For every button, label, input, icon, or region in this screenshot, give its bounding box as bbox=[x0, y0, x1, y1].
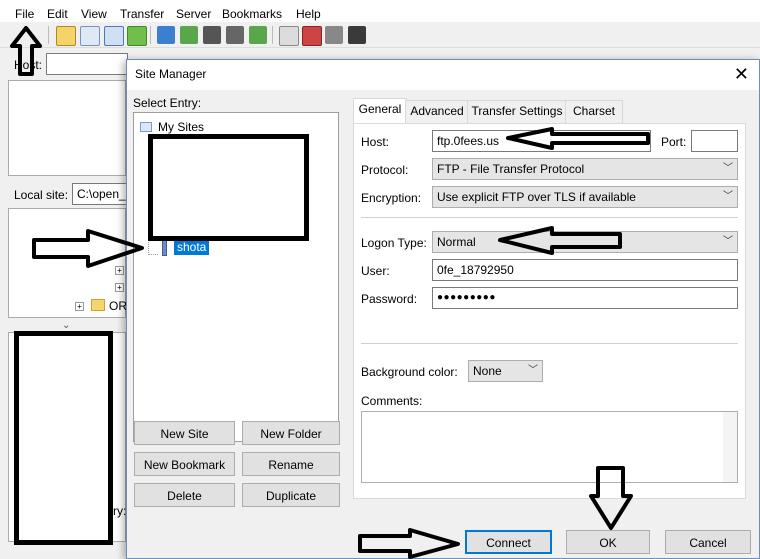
annotation-right-arrow-icon bbox=[32, 229, 144, 268]
annotation-left-arrow-icon bbox=[506, 127, 650, 150]
annotation-up-arrow-icon bbox=[10, 26, 42, 76]
annotation-right-arrow-icon bbox=[358, 528, 460, 559]
annotation-overlay bbox=[10, 26, 650, 559]
annotation-left-arrow-icon bbox=[498, 226, 622, 255]
annotation-down-arrow-icon bbox=[589, 466, 633, 530]
